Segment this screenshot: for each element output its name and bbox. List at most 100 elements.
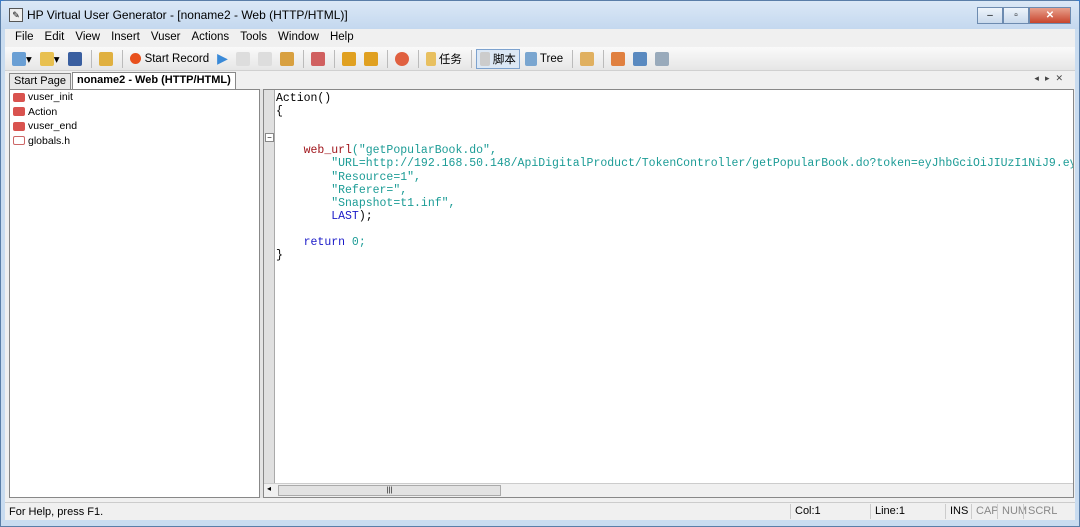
status-col: Col:1	[790, 504, 870, 519]
menu-view[interactable]: View	[75, 31, 100, 43]
status-cap: CAP	[971, 504, 999, 519]
tasks-icon	[425, 51, 436, 66]
save-icon	[67, 51, 82, 66]
menu-bar: File Edit View Insert Vuser Actions Tool…	[5, 29, 1075, 45]
menu-file[interactable]: File	[15, 31, 34, 43]
window-button[interactable]	[652, 49, 672, 69]
new-script-button[interactable]: ▾	[9, 49, 35, 69]
save-button[interactable]	[65, 49, 85, 69]
toolbar: ▾ ▾ Start Record ▶ 任务 脚本 Tree	[5, 47, 1075, 71]
sync-button[interactable]	[608, 49, 628, 69]
app-icon: ✎	[9, 8, 23, 22]
code-text: );	[358, 209, 373, 223]
tree-icon	[524, 51, 537, 66]
tree-item-globals[interactable]: globals.h	[10, 134, 259, 149]
code-string: "Snapshot=t1.inf",	[331, 196, 456, 210]
parameter-button[interactable]	[630, 49, 650, 69]
search-icon	[98, 51, 113, 66]
status-scrl: SCRL	[1023, 504, 1057, 519]
scroll-left-icon[interactable]: ◂	[267, 484, 271, 493]
status-bar: For Help, press F1. Col:1 Line:1 INS CAP…	[5, 502, 1075, 520]
script-icon	[479, 51, 490, 66]
tree-item-vuser-init[interactable]: vuser_init	[10, 90, 259, 105]
tasks-button[interactable]: 任务	[423, 49, 465, 69]
sync-icon	[611, 51, 626, 66]
code-keyword: return	[303, 236, 346, 250]
code-function: web_url	[303, 144, 352, 158]
pause-icon	[257, 51, 272, 66]
start-record-button[interactable]: Start Record	[127, 49, 213, 69]
new-icon	[12, 51, 26, 66]
action-icon	[13, 92, 25, 102]
start-record-label: Start Record	[144, 52, 210, 65]
script-view-button[interactable]: 脚本	[475, 48, 520, 69]
collapse-icon[interactable]: −	[265, 133, 274, 142]
close-button[interactable]: ✕	[1029, 7, 1071, 24]
tab-start-page[interactable]: Start Page	[9, 73, 71, 89]
editor-gutter: −	[264, 90, 275, 483]
status-num: NUM	[997, 504, 1027, 519]
transaction-end-button[interactable]	[361, 49, 381, 69]
transaction-start-button[interactable]	[339, 49, 359, 69]
stop-button[interactable]	[233, 49, 253, 69]
tree-view-button[interactable]: Tree	[522, 49, 566, 69]
rendezvous-icon	[394, 51, 409, 66]
tree-item-label: vuser_end	[28, 120, 78, 133]
breakpoint-icon	[310, 51, 325, 66]
action-icon	[13, 107, 25, 117]
code-line: Action()	[276, 92, 332, 105]
scrollbar-thumb[interactable]: |||	[278, 485, 501, 496]
transaction-start-icon	[341, 51, 356, 66]
menu-vuser[interactable]: Vuser	[151, 31, 181, 43]
tree-label: Tree	[539, 52, 564, 65]
code-string: "Referer=",	[331, 183, 408, 197]
step-icon	[279, 51, 294, 66]
tree-item-vuser-end[interactable]: vuser_end	[10, 119, 259, 134]
play-icon: ▶	[217, 50, 228, 66]
script-label: 脚本	[492, 53, 516, 66]
code-text: 0;	[345, 236, 366, 250]
transaction-end-icon	[363, 51, 378, 66]
output-button[interactable]	[577, 49, 597, 69]
pause-button[interactable]	[255, 49, 275, 69]
tree-item-label: vuser_init	[28, 91, 73, 104]
code-string: "URL=http://192.168.50.148/ApiDigitalPro…	[331, 157, 1074, 171]
menu-window[interactable]: Window	[278, 31, 319, 43]
menu-help[interactable]: Help	[330, 31, 354, 43]
open-button[interactable]: ▾	[37, 49, 63, 69]
find-button[interactable]	[96, 49, 116, 69]
status-ins: INS	[945, 504, 971, 519]
script-editor[interactable]: − Action() { web_url("getPopularBook.do"…	[263, 89, 1074, 498]
code-string: ("getPopularBook.do",	[351, 144, 497, 158]
status-help: For Help, press F1.	[9, 505, 104, 518]
action-tree: vuser_init Action vuser_end globals.h	[9, 89, 260, 498]
code-line: }	[276, 249, 283, 263]
code-keyword: LAST	[331, 209, 359, 223]
menu-tools[interactable]: Tools	[240, 31, 267, 43]
status-line: Line:1	[870, 504, 945, 519]
menu-actions[interactable]: Actions	[191, 31, 229, 43]
minimize-button[interactable]: –	[977, 7, 1003, 24]
rendezvous-button[interactable]	[392, 49, 412, 69]
tree-item-label: globals.h	[28, 134, 71, 147]
document-tabs: Start Page noname2 - Web (HTTP/HTML)	[9, 72, 1075, 89]
tree-item-label: Action	[28, 105, 58, 118]
horizontal-scrollbar[interactable]: ◂ |||	[264, 483, 1073, 497]
stop-icon	[235, 51, 250, 66]
window-icon	[655, 51, 670, 66]
maximize-button[interactable]: ▫	[1003, 7, 1029, 24]
run-button[interactable]: ▶	[214, 49, 231, 69]
code-content: Action() { web_url("getPopularBook.do", …	[276, 92, 1074, 263]
header-file-icon	[13, 136, 25, 146]
action-icon	[13, 121, 25, 131]
tab-scroll-arrows[interactable]: ◂▸✕	[1034, 73, 1069, 84]
breakpoint-button[interactable]	[308, 49, 328, 69]
step-button[interactable]	[277, 49, 297, 69]
tasks-label: 任务	[438, 53, 462, 66]
record-icon	[129, 53, 141, 64]
menu-insert[interactable]: Insert	[111, 31, 140, 43]
menu-edit[interactable]: Edit	[45, 31, 65, 43]
output-icon	[580, 51, 595, 66]
tab-noname2[interactable]: noname2 - Web (HTTP/HTML)	[71, 72, 236, 89]
tree-item-action[interactable]: Action	[10, 105, 259, 120]
